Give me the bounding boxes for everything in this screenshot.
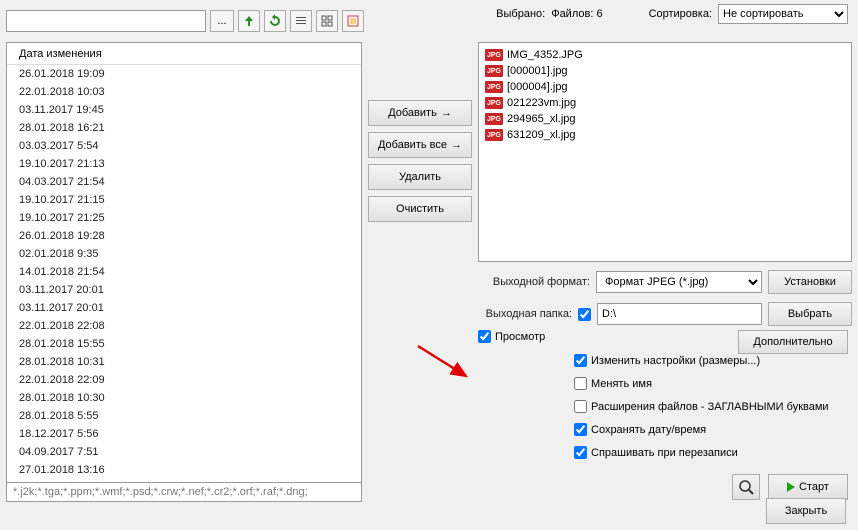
list-item[interactable]: 22.01.2018 22:08	[7, 317, 361, 335]
file-row[interactable]: JPG [000004].jpg	[483, 79, 847, 95]
add-all-button[interactable]: Добавить все→	[368, 132, 472, 158]
file-name: IMG_4352.JPG	[507, 49, 583, 61]
resize-checkbox[interactable]	[574, 354, 587, 367]
out-folder-input[interactable]	[597, 303, 762, 325]
magnifier-icon	[738, 479, 754, 495]
rename-checkbox[interactable]	[574, 377, 587, 390]
out-folder-label: Выходная папка:	[478, 308, 572, 320]
list-item[interactable]: 18.12.2017 5:56	[7, 425, 361, 443]
close-button[interactable]: Закрыть	[766, 498, 846, 524]
file-name: 294965_xl.jpg	[507, 113, 576, 125]
file-name: 631209_xl.jpg	[507, 129, 576, 141]
jpg-icon: JPG	[485, 49, 503, 61]
list-item[interactable]: 28.01.2018 16:21	[7, 119, 361, 137]
list-item[interactable]: 14.01.2018 21:54	[7, 263, 361, 281]
preview-magnify-button[interactable]	[732, 474, 760, 500]
list-item[interactable]: 02.01.2018 9:35	[7, 245, 361, 263]
view-details-button[interactable]	[290, 10, 312, 32]
view-thumbs-button[interactable]	[342, 10, 364, 32]
out-format-select[interactable]: Формат JPEG (*.jpg)	[596, 271, 762, 293]
browse-folder-button[interactable]: Выбрать	[768, 302, 852, 326]
keep-date-checkbox[interactable]	[574, 423, 587, 436]
list-item[interactable]: 22.01.2018 22:09	[7, 371, 361, 389]
refresh-icon	[268, 14, 282, 28]
file-row[interactable]: JPG 294965_xl.jpg	[483, 111, 847, 127]
rename-label: Менять имя	[591, 378, 652, 390]
out-format-label: Выходной формат:	[478, 276, 590, 288]
ext-upper-label: Расширения файлов - ЗАГЛАВНЫМИ буквами	[591, 401, 829, 413]
list-item[interactable]: 22.01.2018 10:03	[7, 83, 361, 101]
file-row[interactable]: JPG 021223vm.jpg	[483, 95, 847, 111]
preview-checkbox[interactable]	[478, 330, 491, 343]
file-name: 021223vm.jpg	[507, 97, 576, 109]
list-item[interactable]: 28.01.2018 15:55	[7, 335, 361, 353]
ask-overwrite-checkbox[interactable]	[574, 446, 587, 459]
jpg-icon: JPG	[485, 97, 503, 109]
file-row[interactable]: JPG [000001].jpg	[483, 63, 847, 79]
ask-overwrite-label: Спрашивать при перезаписи	[591, 447, 738, 459]
list-item[interactable]: 26.01.2018 19:28	[7, 227, 361, 245]
list-item[interactable]: 28.01.2018 10:31	[7, 353, 361, 371]
path-input[interactable]	[6, 10, 206, 32]
file-row[interactable]: JPG IMG_4352.JPG	[483, 47, 847, 63]
list-item[interactable]: 19.10.2017 21:15	[7, 191, 361, 209]
filter-bar: *.j2k;*.tga;*.ppm;*.wmf;*.psd;*.crw;*.ne…	[6, 483, 362, 502]
resize-label: Изменить настройки (размеры...)	[591, 355, 760, 367]
right-panel: JPG IMG_4352.JPG JPG [000001].jpg JPG [000004…	[478, 42, 852, 502]
selected-label: Выбрано:	[496, 8, 545, 20]
list-item[interactable]: 03.11.2017 20:01	[7, 299, 361, 317]
delete-button[interactable]: Удалить	[368, 164, 472, 190]
ext-upper-checkbox[interactable]	[574, 400, 587, 413]
details-icon	[294, 14, 308, 28]
list-item[interactable]: 19.10.2017 21:25	[7, 209, 361, 227]
thumbs-icon	[346, 14, 360, 28]
up-arrow-icon	[242, 14, 256, 28]
advanced-button[interactable]: Дополнительно	[738, 330, 848, 354]
add-button[interactable]: Добавить→	[368, 100, 472, 126]
list-item[interactable]: 19.10.2017 21:13	[7, 155, 361, 173]
play-icon	[787, 482, 795, 492]
start-button[interactable]: Старт	[768, 474, 848, 500]
view-list-button[interactable]	[316, 10, 338, 32]
list-item[interactable]: 03.11.2017 20:01	[7, 281, 361, 299]
left-panel: Дата изменения 26.01.2018 19:0922.01.201…	[6, 42, 362, 502]
list-item[interactable]: 28.01.2018 10:30	[7, 389, 361, 407]
list-item[interactable]: 04.09.2017 7:51	[7, 443, 361, 461]
list-item[interactable]: 26.01.2018 19:09	[7, 65, 361, 83]
arrow-right-icon: →	[451, 139, 462, 151]
jpg-icon: JPG	[485, 113, 503, 125]
file-name: [000001].jpg	[507, 65, 568, 77]
list-item[interactable]: 04.03.2017 21:54	[7, 173, 361, 191]
jpg-icon: JPG	[485, 129, 503, 141]
files-count: Файлов: 6	[551, 8, 602, 20]
list-icon	[320, 14, 334, 28]
list-item[interactable]: 28.01.2018 5:55	[7, 407, 361, 425]
dots-icon: ...	[217, 15, 226, 27]
file-row[interactable]: JPG 631209_xl.jpg	[483, 127, 847, 143]
file-name: [000004].jpg	[507, 81, 568, 93]
refresh-button[interactable]	[264, 10, 286, 32]
preview-label: Просмотр	[495, 331, 545, 343]
settings-button[interactable]: Установки	[768, 270, 852, 294]
keep-date-label: Сохранять дату/время	[591, 424, 706, 436]
jpg-icon: JPG	[485, 65, 503, 77]
list-item[interactable]: 03.03.2017 5:54	[7, 137, 361, 155]
list-item[interactable]: 27.01.2018 13:16	[7, 461, 361, 479]
sort-select[interactable]: Не сортировать	[718, 4, 848, 24]
out-folder-checkbox[interactable]	[578, 308, 591, 321]
list-header[interactable]: Дата изменения	[7, 43, 361, 65]
up-folder-button[interactable]	[238, 10, 260, 32]
jpg-icon: JPG	[485, 81, 503, 93]
arrow-right-icon: →	[441, 107, 452, 119]
browse-button[interactable]: ...	[210, 10, 234, 32]
sort-label: Сортировка:	[649, 8, 712, 20]
mid-buttons: Добавить→ Добавить все→ Удалить Очистить	[368, 42, 472, 502]
date-list[interactable]: Дата изменения 26.01.2018 19:0922.01.201…	[6, 42, 362, 483]
list-item[interactable]: 03.11.2017 19:45	[7, 101, 361, 119]
clear-button[interactable]: Очистить	[368, 196, 472, 222]
selected-files-list[interactable]: JPG IMG_4352.JPG JPG [000001].jpg JPG [000004…	[478, 42, 852, 262]
